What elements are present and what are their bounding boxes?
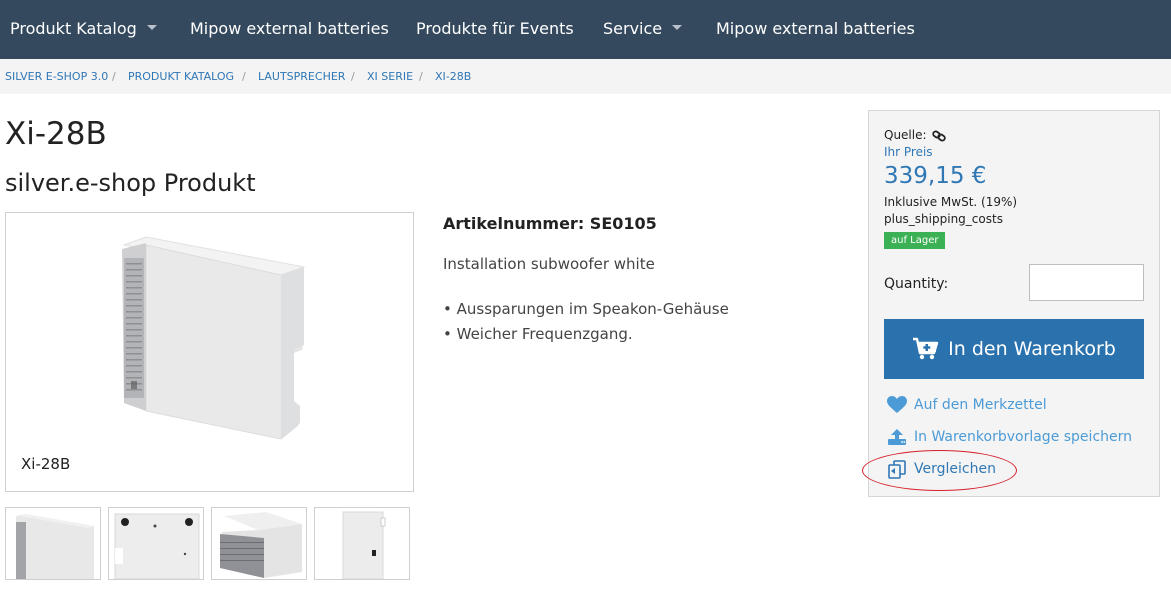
quantity-input[interactable] xyxy=(1029,264,1144,301)
nav-item-mipow-batteries[interactable]: Mipow external batteries xyxy=(190,0,389,59)
nav-item-label: Service xyxy=(603,19,663,38)
nav-item-label: Mipow external batteries xyxy=(190,19,389,38)
quantity-label: Quantity: xyxy=(884,276,949,292)
breadcrumb-item-lautsprecher[interactable]: LAUTSPRECHER xyxy=(258,70,345,83)
save-cart-template-link[interactable]: In Warenkorbvorlage speichern xyxy=(886,427,1132,447)
product-subtitle: silver.e-shop Produkt xyxy=(5,169,256,197)
price-label: Ihr Preis xyxy=(884,145,933,159)
breadcrumb-item-xi-serie[interactable]: XI SERIE xyxy=(367,70,413,83)
source-row: Quelle: xyxy=(884,128,947,142)
thumbnail-1[interactable] xyxy=(5,507,101,580)
wishlist-label: Auf den Merkzettel xyxy=(914,397,1047,413)
thumbnail-image xyxy=(114,513,200,579)
caret-down-icon xyxy=(146,25,157,30)
nav-item-produkt-katalog[interactable]: Produkt Katalog xyxy=(10,0,157,59)
page-title: Xi-28B xyxy=(5,116,107,152)
feature-item: • Aussparungen im Speakon-Gehäuse xyxy=(443,300,729,318)
nav-item-label: Produkte für Events xyxy=(416,19,574,38)
buy-box: Quelle: Ihr Preis 339,15 € Inklusive MwS… xyxy=(868,110,1160,497)
thumbnail-4[interactable] xyxy=(314,507,410,580)
add-to-cart-button[interactable]: In den Warenkorb xyxy=(884,319,1144,379)
product-description: Installation subwoofer white xyxy=(443,255,655,273)
stock-badge: auf Lager xyxy=(884,232,946,249)
breadcrumb-separator: / xyxy=(242,70,246,83)
caret-down-icon xyxy=(672,25,683,30)
price-value: 339,15 € xyxy=(884,163,987,189)
breadcrumb-item-current[interactable]: XI-28B xyxy=(435,70,471,83)
link-icon[interactable] xyxy=(932,130,947,142)
cart-plus-icon xyxy=(913,337,939,360)
nav-item-label: Produkt Katalog xyxy=(10,19,137,38)
speaker-image xyxy=(122,236,306,440)
shipping-info: plus_shipping_costs xyxy=(884,212,1003,226)
nav-item-produkte-events[interactable]: Produkte für Events xyxy=(416,0,574,59)
thumbnail-2[interactable] xyxy=(108,507,204,580)
compare-icon xyxy=(888,460,906,479)
nav-item-mipow-batteries-2[interactable]: Mipow external batteries xyxy=(716,0,915,59)
breadcrumb-item-produkt-katalog[interactable]: PRODUKT KATALOG xyxy=(128,70,234,83)
image-caption: Xi-28B xyxy=(21,455,71,473)
thumbnail-image xyxy=(16,514,94,579)
feature-item: • Weicher Frequenzgang. xyxy=(443,325,633,343)
breadcrumb-separator: / xyxy=(419,70,423,83)
breadcrumb: SILVER E-SHOP 3.0 / PRODUKT KATALOG / LA… xyxy=(0,59,1171,94)
nav-item-service[interactable]: Service xyxy=(603,0,683,59)
breadcrumb-item-home[interactable]: SILVER E-SHOP 3.0 xyxy=(5,70,108,83)
breadcrumb-separator: / xyxy=(112,70,116,83)
save-template-label: In Warenkorbvorlage speichern xyxy=(914,429,1133,445)
source-label: Quelle: xyxy=(884,128,927,142)
add-to-cart-label: In den Warenkorb xyxy=(948,338,1116,360)
compare-label: Vergleichen xyxy=(914,461,996,477)
thumbnail-image xyxy=(342,511,386,579)
nav-item-label: Mipow external batteries xyxy=(716,19,915,38)
upload-icon xyxy=(888,429,906,445)
vat-info: Inklusive MwSt. (19%) xyxy=(884,195,1018,209)
top-navigation: Produkt Katalog Mipow external batteries… xyxy=(0,0,1171,59)
compare-link[interactable]: Vergleichen xyxy=(886,459,996,479)
thumbnail-3[interactable] xyxy=(211,507,307,580)
article-number: Artikelnummer: SE0105 xyxy=(443,214,657,233)
thumbnail-image xyxy=(220,512,302,578)
breadcrumb-separator: / xyxy=(351,70,355,83)
heart-icon xyxy=(887,396,907,413)
main-product-image[interactable]: Xi-28B xyxy=(5,212,414,492)
wishlist-link[interactable]: Auf den Merkzettel xyxy=(886,395,1047,415)
